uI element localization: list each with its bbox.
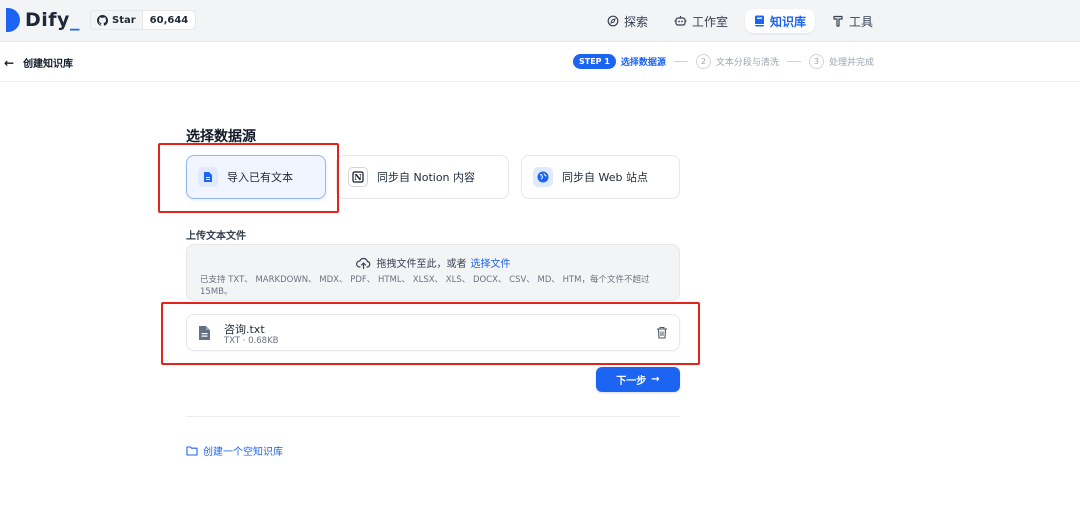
annotation-highlight-box	[158, 143, 339, 213]
step-divider	[786, 61, 801, 62]
source-option-label: 同步自 Notion 内容	[377, 171, 476, 184]
back-label: 创建知识库	[23, 59, 74, 70]
logo-mark-icon	[6, 8, 20, 32]
main-nav: 探索 工作室 知识库 工具	[598, 9, 890, 33]
cloud-upload-icon	[355, 257, 370, 269]
globe-icon	[533, 167, 553, 187]
create-empty-kb-label: 创建一个空知识库	[203, 447, 283, 458]
step-divider	[673, 61, 688, 62]
nav-explore[interactable]: 探索	[598, 9, 657, 33]
source-option-label: 同步自 Web 站点	[562, 171, 648, 184]
step-2-label: 文本分段与清洗	[715, 58, 779, 68]
folder-icon	[186, 445, 198, 456]
next-step-button[interactable]: 下一步 →	[596, 367, 680, 392]
dify-logo[interactable]: Dify_	[6, 8, 80, 32]
hammer-icon	[833, 15, 843, 27]
step-2-number: 2	[695, 54, 711, 69]
step-3-number: 3	[808, 54, 824, 69]
source-option-notion[interactable]: N 同步自 Notion 内容	[336, 155, 509, 199]
nav-knowledge-label: 知识库	[770, 14, 807, 29]
stepper: STEP 1 选择数据源 2 文本分段与清洗 3 处理并完成	[573, 54, 874, 69]
create-empty-kb-link[interactable]: 创建一个空知识库	[186, 443, 283, 458]
notion-icon: N	[348, 167, 368, 187]
select-file-link[interactable]: 选择文件	[471, 255, 511, 270]
source-option-web[interactable]: 同步自 Web 站点	[521, 155, 680, 199]
nav-tools-label: 工具	[849, 14, 874, 29]
nav-tools[interactable]: 工具	[823, 9, 882, 33]
arrow-left-icon: ←	[4, 55, 15, 70]
supported-formats-hint: 已支持 TXT、 MARKDOWN、 MDX、 PDF、 HTML、 XLSX、…	[200, 275, 650, 297]
logo-text: Dify	[25, 9, 70, 31]
top-nav-bar: Dify_ Star 60,644 探索 工作室 知识库 工具	[0, 0, 1080, 42]
svg-text:N: N	[354, 172, 361, 182]
back-button[interactable]: ← 创建知识库	[4, 55, 74, 71]
book-icon	[755, 15, 765, 27]
annotation-highlight-box	[161, 302, 700, 365]
step-header: ← 创建知识库 STEP 1 选择数据源 2 文本分段与清洗 3 处理并完成	[0, 42, 1080, 82]
step-1-label: 选择数据源	[620, 58, 666, 68]
nav-studio[interactable]: 工作室	[665, 9, 737, 33]
github-star-label: Star	[112, 14, 136, 26]
arrow-right-icon: →	[651, 374, 660, 385]
step-1-badge: STEP 1	[573, 54, 616, 69]
github-icon	[97, 14, 108, 26]
upload-label: 上传文本文件	[186, 231, 246, 242]
nav-knowledge[interactable]: 知识库	[745, 9, 816, 33]
nav-studio-label: 工作室	[692, 14, 729, 29]
compass-icon	[607, 15, 619, 27]
next-step-label: 下一步	[616, 376, 647, 387]
step-3-label: 处理并完成	[828, 58, 874, 68]
file-dropzone[interactable]: 拖拽文件至此，或者 选择文件 已支持 TXT、 MARKDOWN、 MDX、 P…	[186, 244, 680, 301]
nav-explore-label: 探索	[624, 14, 649, 29]
github-star-widget[interactable]: Star 60,644	[90, 10, 197, 30]
divider	[186, 416, 680, 417]
robot-icon	[674, 16, 687, 26]
dropzone-text: 拖拽文件至此，或者	[376, 259, 467, 270]
github-star-count[interactable]: 60,644	[143, 15, 196, 26]
